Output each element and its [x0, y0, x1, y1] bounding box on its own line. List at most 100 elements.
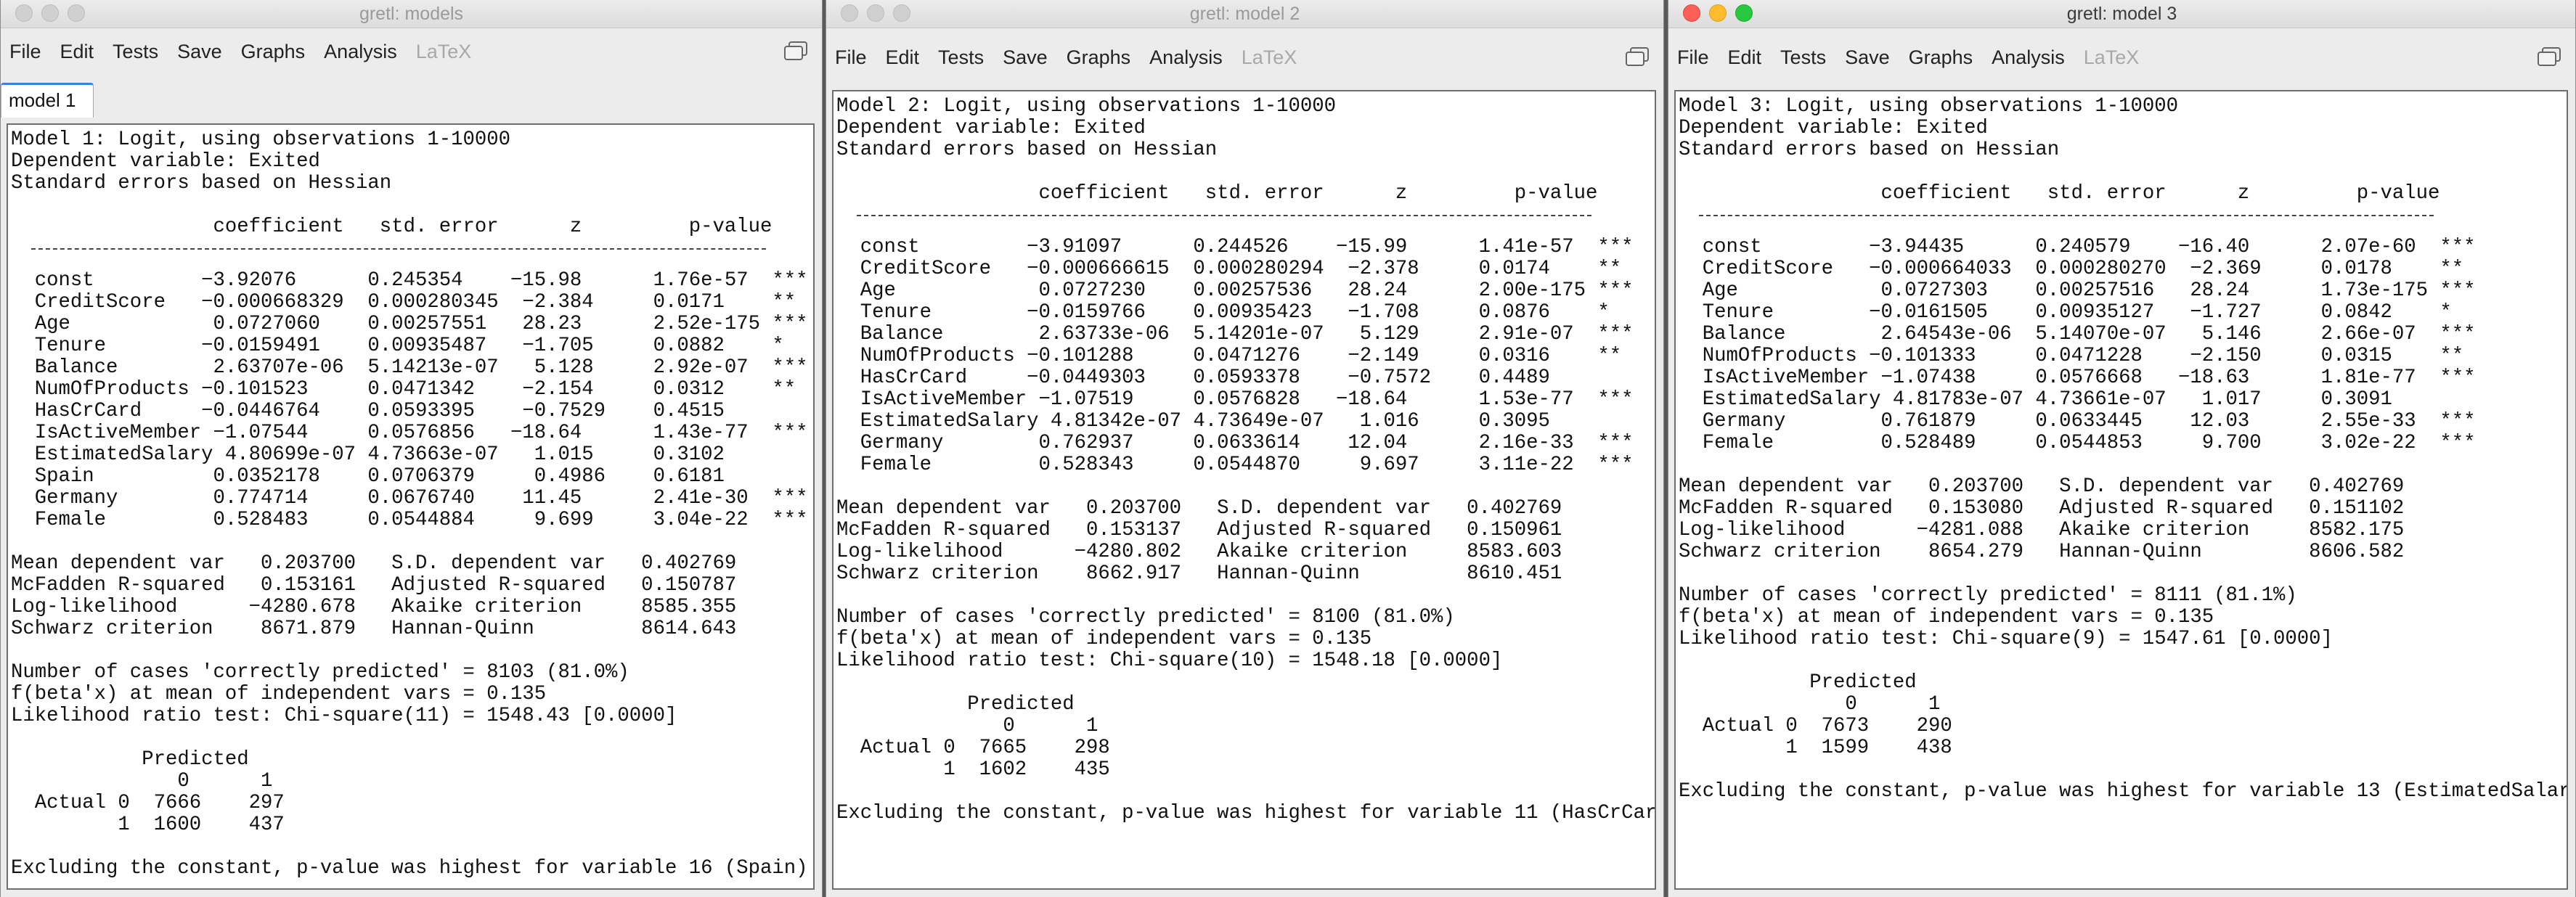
menu-graphs[interactable]: Graphs — [1909, 41, 1973, 74]
menu-graphs[interactable]: Graphs — [1067, 41, 1131, 74]
output-line: Number of cases 'correctly predicted' = … — [1679, 584, 2297, 607]
copy-window-icon[interactable] — [2536, 45, 2562, 68]
copy-window-icon[interactable] — [783, 39, 809, 62]
menu-bar: File Edit Tests Save Graphs Analysis LaTeX — [1668, 41, 2575, 74]
output-line: f(beta'x) at mean of independent vars = … — [11, 683, 547, 705]
menu-tests[interactable]: Tests — [938, 41, 984, 74]
confusion-matrix-line: Predicted — [836, 693, 1075, 716]
coef-row: NumOfProducts −0.101523 0.0471342 −2.154… — [11, 378, 796, 401]
menu-edit[interactable]: Edit — [60, 35, 94, 68]
confusion-matrix-line: 0 1 — [836, 715, 1099, 737]
output-line: Likelihood ratio test: Chi-square(10) = … — [836, 650, 1503, 672]
output-line: f(beta'x) at mean of independent vars = … — [1679, 606, 2214, 628]
output-line: Number of cases 'correctly predicted' = … — [836, 606, 1455, 628]
coef-row: Tenure −0.0159491 0.00935487 −1.705 0.08… — [11, 335, 784, 357]
table-divider — [1679, 215, 2567, 237]
coef-row: NumOfProducts −0.101333 0.0471228 −2.150… — [1679, 345, 2464, 367]
output-line: Excluding the constant, p-value was high… — [1679, 780, 2568, 803]
menu-analysis[interactable]: Analysis — [324, 35, 397, 68]
menu-latex[interactable]: LaTeX — [1242, 41, 1297, 74]
title-bar[interactable]: gretl: model 2 — [826, 0, 1663, 28]
table-header: coefficient std. error z p-value — [836, 182, 1598, 205]
confusion-matrix-line: Predicted — [11, 748, 249, 771]
coef-row: CreditScore −0.000666615 0.000280294 −2.… — [836, 258, 1622, 280]
coef-row: Age 0.0727230 0.00257536 28.24 2.00e-175… — [836, 279, 1634, 302]
menu-edit[interactable]: Edit — [886, 41, 920, 74]
window-title: gretl: model 2 — [1189, 4, 1300, 24]
output-line: Dependent variable: Exited — [1679, 117, 1988, 139]
tab-model-1[interactable]: model 1 — [1, 83, 94, 118]
menu-edit[interactable]: Edit — [1728, 41, 1762, 74]
stat-line: McFadden R-squared 0.153080 Adjusted R-s… — [1679, 497, 2405, 520]
model-output-text[interactable]: Model 3: Logit, using observations 1-100… — [1674, 90, 2568, 890]
coef-row: Tenure −0.0161505 0.00935127 −1.727 0.08… — [1679, 301, 2452, 324]
menu-save[interactable]: Save — [1845, 41, 1890, 74]
confusion-matrix-line: 1 1599 438 — [1679, 737, 1952, 759]
stat-line: Log-likelihood −4281.088 Akaike criterio… — [1679, 519, 2405, 541]
coef-row: EstimatedSalary 4.81783e-07 4.73661e-07 … — [1679, 388, 2392, 411]
stat-line: Schwarz criterion 8662.917 Hannan-Quinn … — [836, 562, 1562, 585]
menu-graphs[interactable]: Graphs — [241, 35, 306, 68]
table-divider — [11, 248, 813, 270]
confusion-matrix-line: Actual 0 7665 298 — [836, 737, 1110, 759]
menu-file[interactable]: File — [9, 35, 41, 68]
model-output-text[interactable]: Model 2: Logit, using observations 1-100… — [832, 90, 1656, 890]
output-line: Model 2: Logit, using observations 1-100… — [836, 95, 1336, 118]
coef-row: CreditScore −0.000664033 0.000280270 −2.… — [1679, 258, 2464, 280]
output-line: Likelihood ratio test: Chi-square(11) = … — [11, 705, 677, 727]
output-line: Standard errors based on Hessian — [836, 139, 1218, 161]
menu-file[interactable]: File — [1677, 41, 1709, 74]
output-block: Model 3: Logit, using observations 1-100… — [1676, 91, 2567, 803]
output-line: Standard errors based on Hessian — [11, 172, 392, 194]
menu-bar: File Edit Tests Save Graphs Analysis LaTeX — [1, 35, 822, 68]
window-model-3: gretl: model 3 File Edit Tests Save Graphs An… — [1668, 0, 2576, 897]
coef-row: const −3.92076 0.245354 −15.98 1.76e-57 … — [11, 269, 808, 292]
coef-row: IsActiveMember −1.07438 0.0576668 −18.63… — [1679, 366, 2476, 389]
coef-row: const −3.94435 0.240579 −16.40 2.07e-60 … — [1679, 236, 2476, 258]
confusion-matrix-line: 1 1602 435 — [836, 758, 1110, 781]
coef-row: IsActiveMember −1.07519 0.0576828 −18.64… — [836, 388, 1634, 411]
stat-line: Log-likelihood −4280.802 Akaike criterio… — [836, 541, 1562, 563]
menu-save[interactable]: Save — [177, 35, 222, 68]
coef-row: Female 0.528489 0.0544853 9.700 3.02e-22… — [1679, 432, 2476, 454]
output-line: Likelihood ratio test: Chi-square(9) = 1… — [1679, 628, 2333, 650]
coef-row: Female 0.528343 0.0544870 9.697 3.11e-22… — [836, 454, 1634, 476]
menu-save[interactable]: Save — [1003, 41, 1048, 74]
model-output-text[interactable]: Model 1: Logit, using observations 1-100… — [7, 123, 815, 890]
menu-latex[interactable]: LaTeX — [2084, 41, 2140, 74]
coef-row: Germany 0.774714 0.0676740 11.45 2.41e-3… — [11, 487, 808, 509]
menu-file[interactable]: File — [835, 41, 867, 74]
menu-analysis[interactable]: Analysis — [1992, 41, 2065, 74]
output-line: Dependent variable: Exited — [836, 117, 1146, 139]
copy-window-icon[interactable] — [1624, 45, 1650, 68]
window-models: gretl: models File Edit Tests Save Graphs Ana… — [0, 0, 823, 897]
coef-row: EstimatedSalary 4.80699e-07 4.73663e-07 … — [11, 443, 725, 466]
output-block: Model 1: Logit, using observations 1-100… — [8, 125, 813, 880]
menu-latex[interactable]: LaTeX — [416, 35, 472, 68]
output-line: Number of cases 'correctly predicted' = … — [11, 661, 629, 684]
window-model-2: gretl: model 2 File Edit Tests Save Graphs An… — [826, 0, 1664, 897]
menu-analysis[interactable]: Analysis — [1149, 41, 1223, 74]
coef-row: Spain 0.0352178 0.0706379 0.4986 0.6181 — [11, 465, 725, 488]
menu-tests[interactable]: Tests — [113, 35, 158, 68]
coef-row: Germany 0.762937 0.0633614 12.04 2.16e-3… — [836, 432, 1634, 454]
window-title: gretl: models — [359, 4, 464, 24]
title-bar[interactable]: gretl: models — [1, 0, 822, 28]
output-line: Excluding the constant, p-value was high… — [836, 802, 1656, 824]
coef-row: Balance 2.63733e-06 5.14201e-07 5.129 2.… — [836, 323, 1634, 345]
output-line: Model 3: Logit, using observations 1-100… — [1679, 95, 2178, 118]
menu-tests[interactable]: Tests — [1780, 41, 1826, 74]
coef-row: NumOfProducts −0.101288 0.0471276 −2.149… — [836, 345, 1622, 367]
output-line: Excluding the constant, p-value was high… — [11, 857, 808, 880]
title-bar[interactable]: gretl: model 3 — [1668, 0, 2575, 28]
